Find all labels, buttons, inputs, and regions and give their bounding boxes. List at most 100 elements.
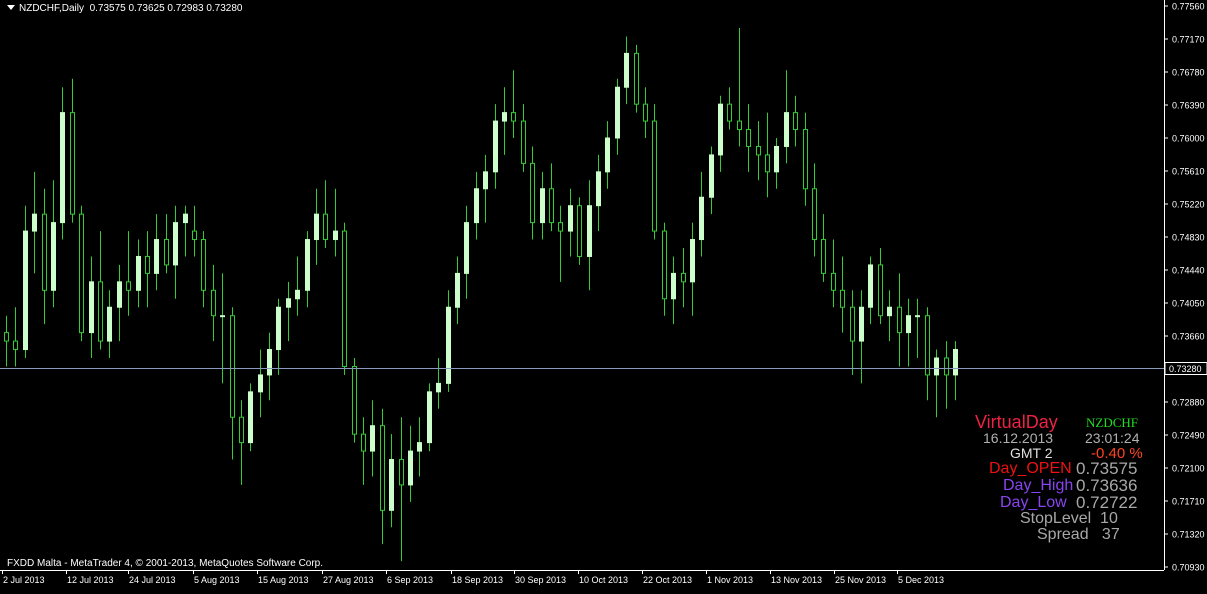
candle-body[interactable]	[342, 230, 347, 367]
candle-body[interactable]	[925, 315, 930, 376]
candle-body[interactable]	[417, 442, 422, 452]
candle-body[interactable]	[511, 112, 516, 122]
candle-body[interactable]	[953, 349, 958, 376]
candle-body[interactable]	[756, 145, 761, 156]
candle-body[interactable]	[399, 459, 404, 486]
candle-body[interactable]	[333, 230, 338, 241]
candle-body[interactable]	[859, 306, 864, 342]
candle-body[interactable]	[652, 120, 657, 232]
candle-body[interactable]	[314, 213, 319, 241]
candle-body[interactable]	[793, 112, 798, 131]
candle-body[interactable]	[821, 239, 826, 274]
candle-body[interactable]	[605, 137, 610, 173]
candle-body[interactable]	[23, 230, 28, 351]
candle-body[interactable]	[887, 306, 892, 317]
candle-body[interactable]	[483, 171, 488, 190]
candle-body[interactable]	[596, 171, 601, 207]
candle-body[interactable]	[201, 239, 206, 291]
candle-body[interactable]	[211, 289, 216, 317]
candle-body[interactable]	[117, 281, 122, 308]
candle-body[interactable]	[154, 239, 159, 274]
candle-body[interactable]	[70, 112, 75, 215]
candle-body[interactable]	[897, 306, 902, 334]
candle-body[interactable]	[258, 374, 263, 393]
candle-body[interactable]	[699, 196, 704, 241]
candle-body[interactable]	[624, 52, 629, 88]
candle-body[interactable]	[98, 281, 103, 342]
candle-body[interactable]	[455, 272, 460, 308]
candle-body[interactable]	[906, 315, 911, 334]
candle-body[interactable]	[671, 272, 676, 300]
candle-body[interactable]	[60, 112, 65, 224]
candle-body[interactable]	[577, 205, 582, 257]
candle-body[interactable]	[370, 425, 375, 452]
candle-body[interactable]	[784, 112, 789, 147]
candle-body[interactable]	[13, 340, 18, 351]
candle-body[interactable]	[568, 205, 573, 232]
candle-body[interactable]	[408, 450, 413, 486]
candle-body[interactable]	[549, 188, 554, 224]
candle-body[interactable]	[295, 289, 300, 300]
candle-body[interactable]	[944, 357, 949, 376]
candle-body[interactable]	[305, 239, 310, 291]
candle-body[interactable]	[107, 306, 112, 342]
candle-body[interactable]	[737, 120, 742, 131]
candle-body[interactable]	[878, 264, 883, 317]
candle-body[interactable]	[868, 264, 873, 308]
candle-body[interactable]	[662, 230, 667, 300]
candle-body[interactable]	[727, 103, 732, 122]
candle-body[interactable]	[389, 459, 394, 511]
candle-body[interactable]	[32, 213, 37, 232]
candle-body[interactable]	[765, 154, 770, 173]
candle-body[interactable]	[323, 213, 328, 241]
candle-body[interactable]	[558, 222, 563, 232]
candle-body[interactable]	[230, 315, 235, 418]
candle-body[interactable]	[89, 281, 94, 334]
candle-body[interactable]	[934, 357, 939, 376]
candle-body[interactable]	[774, 145, 779, 173]
candle-body[interactable]	[173, 222, 178, 266]
candle-body[interactable]	[239, 416, 244, 444]
candle-body[interactable]	[803, 129, 808, 190]
candle-body[interactable]	[681, 272, 686, 283]
candle-body[interactable]	[540, 188, 545, 224]
candle-body[interactable]	[164, 239, 169, 266]
candle-body[interactable]	[718, 103, 723, 156]
candle-body[interactable]	[643, 103, 648, 122]
candle-body[interactable]	[812, 188, 817, 241]
candle-body[interactable]	[587, 205, 592, 257]
candle-body[interactable]	[248, 391, 253, 444]
candle-body[interactable]	[427, 391, 432, 444]
candle-body[interactable]	[530, 162, 535, 224]
candle-body[interactable]	[361, 433, 366, 452]
candle-body[interactable]	[192, 230, 197, 241]
candle-body[interactable]	[521, 120, 526, 164]
candle-body[interactable]	[493, 120, 498, 173]
candle-body[interactable]	[145, 255, 150, 274]
candle-body[interactable]	[446, 306, 451, 384]
candle-body[interactable]	[220, 315, 225, 318]
candle-body[interactable]	[831, 272, 836, 291]
candle-body[interactable]	[276, 306, 281, 351]
candle-body[interactable]	[709, 154, 714, 198]
candle-body[interactable]	[136, 255, 141, 291]
candle-body[interactable]	[4, 332, 9, 342]
candle-body[interactable]	[126, 281, 131, 291]
candle-body[interactable]	[474, 188, 479, 224]
candle-body[interactable]	[380, 425, 385, 511]
candle-body[interactable]	[352, 365, 357, 435]
candle-body[interactable]	[690, 239, 695, 283]
candle-body[interactable]	[286, 298, 291, 308]
candle-body[interactable]	[850, 306, 855, 342]
candle-body[interactable]	[436, 382, 441, 393]
candle-body[interactable]	[51, 222, 56, 291]
candle-body[interactable]	[79, 213, 84, 334]
candle-body[interactable]	[615, 86, 620, 139]
candle-body[interactable]	[915, 315, 920, 318]
dropdown-triangle-icon[interactable]	[7, 5, 15, 10]
candle-body[interactable]	[464, 222, 469, 274]
candle-body[interactable]	[42, 213, 47, 291]
candle-body[interactable]	[840, 289, 845, 308]
candle-body[interactable]	[183, 213, 188, 224]
candle-body[interactable]	[267, 349, 272, 376]
